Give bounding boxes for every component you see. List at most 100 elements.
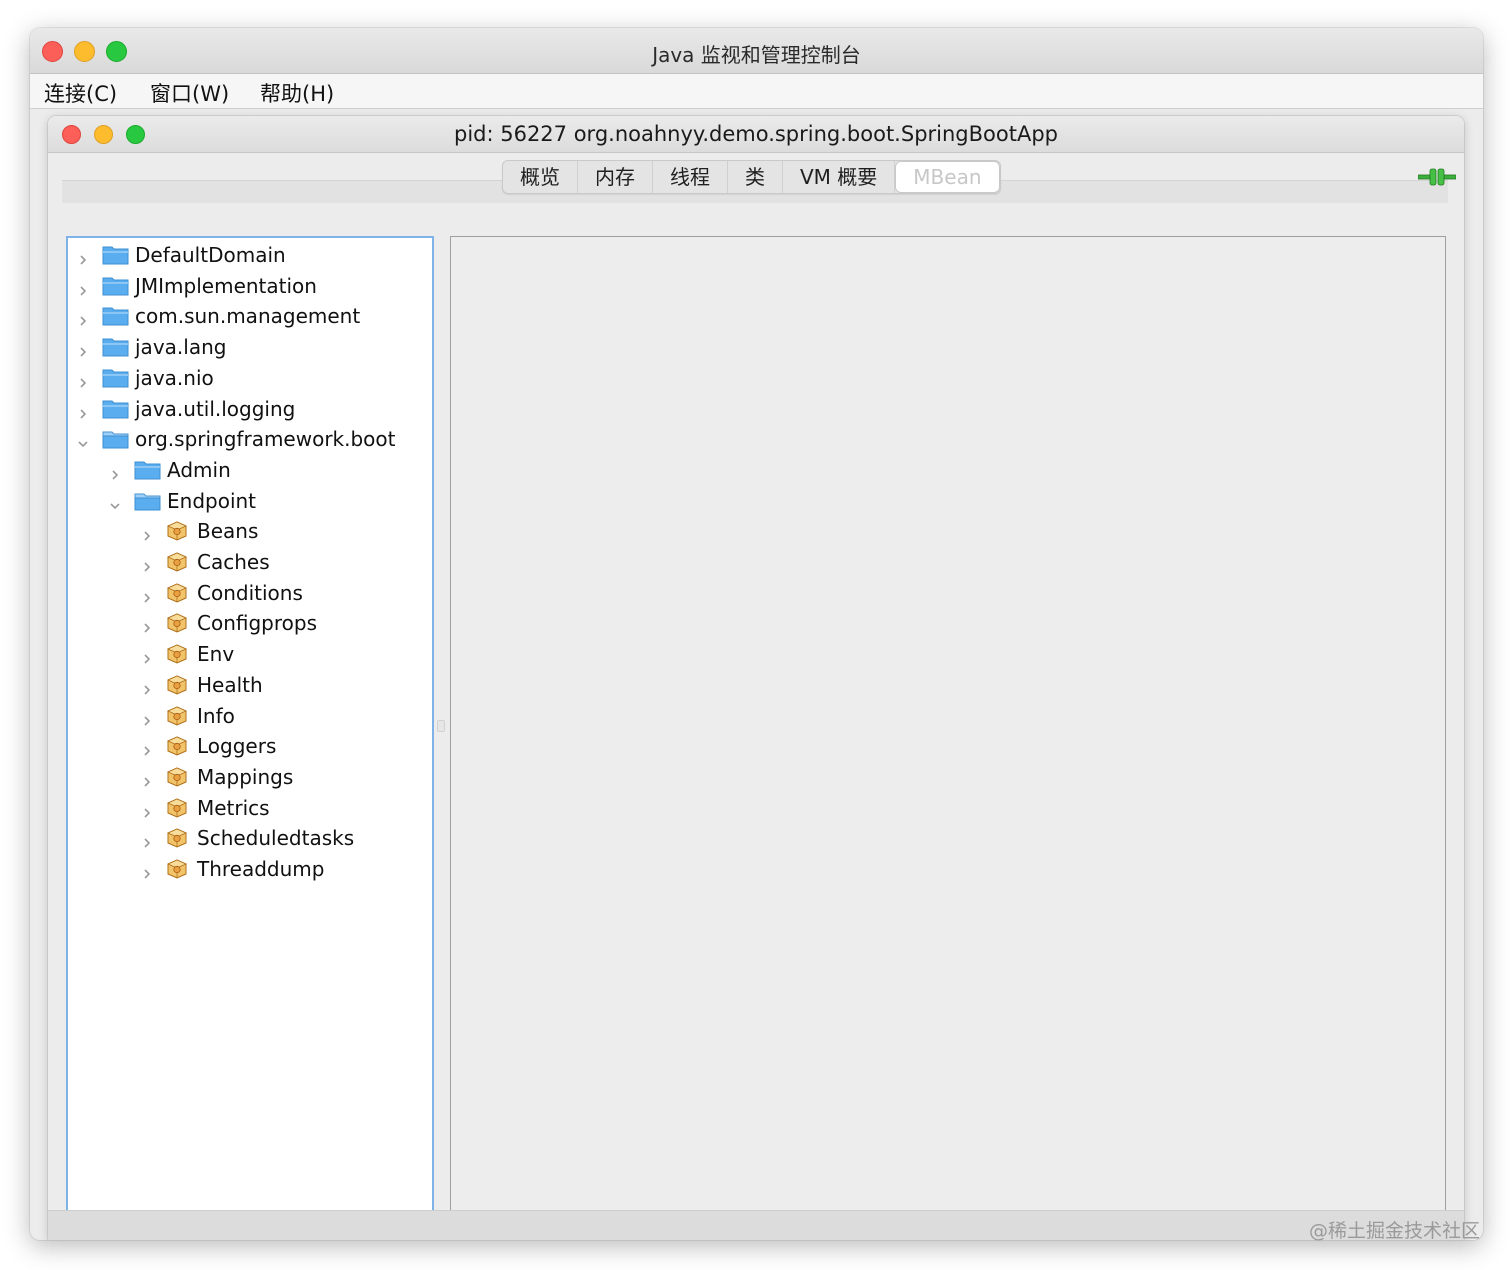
tree-node[interactable]: Scheduledtasks [140,823,354,853]
chevron-right-icon[interactable] [140,647,154,664]
chevron-right-icon[interactable] [140,678,154,695]
chevron-right-icon[interactable] [140,555,154,572]
chevron-right-icon[interactable] [140,586,154,603]
chevron-right-icon[interactable] [76,248,90,265]
tree-node[interactable]: Admin [108,455,231,485]
menu-help[interactable]: 帮助(H) [260,78,334,108]
tree-node[interactable]: Env [140,639,234,669]
tree-node[interactable]: DefaultDomain [76,240,286,270]
tree-node-label: Loggers [197,734,277,759]
tree-node-label: Threaddump [197,857,325,881]
tab-memory[interactable]: 内存 [578,161,653,193]
folder-icon [134,459,161,481]
bean-icon [166,766,188,788]
tree-node-label: Configprops [197,611,317,636]
tree-node[interactable]: Mappings [140,762,293,792]
mbean-tree[interactable]: DefaultDomain JMImplementation com.sun.man… [66,236,434,1218]
connection-titlebar: pid: 56227 org.noahnyy.demo.spring.boot.… [48,116,1464,153]
folder-icon [102,275,129,297]
bean-icon [166,735,188,757]
mbean-detail-panel [450,236,1446,1216]
tree-node[interactable]: Loggers [140,731,276,761]
tree-node[interactable]: JMImplementation [76,271,317,301]
folder-icon [102,244,129,266]
chevron-down-icon[interactable] [76,432,90,448]
tree-node[interactable]: Threaddump [140,854,324,884]
tab-classes[interactable]: 类 [728,161,783,193]
chevron-right-icon[interactable] [140,616,154,633]
jconsole-main-window: Java 监视和管理控制台 连接(C) 窗口(W) 帮助(H) pid: 562… [30,28,1483,1240]
tree-node-label: Health [197,672,263,697]
chevron-right-icon[interactable] [76,279,90,296]
tree-node-label: Info [197,703,235,728]
split-pane-grip[interactable] [437,720,445,732]
bean-icon [166,858,188,880]
tab-threads[interactable]: 线程 [653,161,728,193]
tree-node-label: Env [197,642,235,667]
main-titlebar: Java 监视和管理控制台 [30,28,1483,74]
bean-icon [166,551,188,573]
bean-icon [166,520,188,542]
tree-node[interactable]: Info [140,701,235,731]
tree-node[interactable]: Metrics [140,793,270,823]
menu-connection[interactable]: 连接(C) [44,78,117,108]
bean-icon [166,797,188,819]
tree-node[interactable]: java.nio [76,363,214,393]
tree-node-label: Mappings [197,764,294,789]
bean-icon [166,612,188,634]
chevron-down-icon[interactable] [108,494,122,509]
tree-node-label: Scheduledtasks [197,826,355,851]
bean-icon [166,582,188,604]
chevron-right-icon[interactable] [140,524,154,541]
tree-node[interactable]: Health [140,670,263,700]
chevron-right-icon[interactable] [140,801,154,818]
tree-node[interactable]: Conditions [140,578,303,608]
menu-window[interactable]: 窗口(W) [150,78,229,108]
menu-bar: 连接(C) 窗口(W) 帮助(H) [30,74,1483,109]
chevron-right-icon[interactable] [140,831,154,848]
watermark-text: @稀土掘金技术社区 [1308,1220,1480,1242]
chevron-right-icon[interactable] [76,402,90,419]
tree-node-label: Beans [197,519,259,544]
tab-mbean[interactable]: MBean [895,161,1000,193]
split-pane-divider[interactable] [436,236,445,1216]
tree-node-label: Caches [197,550,270,574]
chevron-right-icon[interactable] [76,371,90,388]
bean-icon [166,643,188,665]
tree-node-label: org.springframework.boot [135,427,396,452]
tree-node-label: Metrics [197,795,270,820]
chevron-right-icon[interactable] [140,709,154,726]
bean-icon [166,674,188,696]
tree-node-label: com.sun.management [135,304,361,329]
chevron-right-icon[interactable] [76,309,90,326]
folder-open-icon [134,490,161,512]
chevron-right-icon[interactable] [140,862,154,879]
folder-icon [102,336,129,358]
tree-node[interactable]: Caches [140,547,270,577]
tab-vm-summary[interactable]: VM 概要 [783,161,896,193]
folder-icon [102,367,129,389]
tab-bar: 概览 内存 线程 类 VM 概要 MBean [502,160,1001,194]
tree-node[interactable]: com.sun.management [76,301,360,331]
tree-node-label: java.lang [135,335,227,360]
tree-node[interactable]: Beans [140,516,258,546]
tree-node-label: java.nio [135,365,214,390]
chevron-right-icon[interactable] [108,463,122,480]
tree-node[interactable]: Endpoint [108,486,256,516]
frame-bottom-edge [48,1210,1464,1240]
folder-icon [102,398,129,420]
tree-node[interactable]: java.lang [76,332,226,362]
connection-title: pid: 56227 org.noahnyy.demo.spring.boot.… [453,122,1058,146]
tree-node-label: DefaultDomain [135,243,286,267]
chevron-right-icon[interactable] [140,770,154,787]
chevron-right-icon[interactable] [140,739,154,756]
connection-internal-frame: pid: 56227 org.noahnyy.demo.spring.boot.… [48,116,1464,1240]
tree-node[interactable]: org.springframework.boot [76,424,396,454]
bean-icon [166,705,188,727]
tree-node[interactable]: Configprops [140,608,317,638]
bean-icon [166,827,188,849]
tree-node[interactable]: java.util.logging [76,394,295,424]
plug-connected-icon[interactable] [1418,167,1456,187]
chevron-right-icon[interactable] [76,340,90,357]
tab-overview[interactable]: 概览 [503,161,578,193]
